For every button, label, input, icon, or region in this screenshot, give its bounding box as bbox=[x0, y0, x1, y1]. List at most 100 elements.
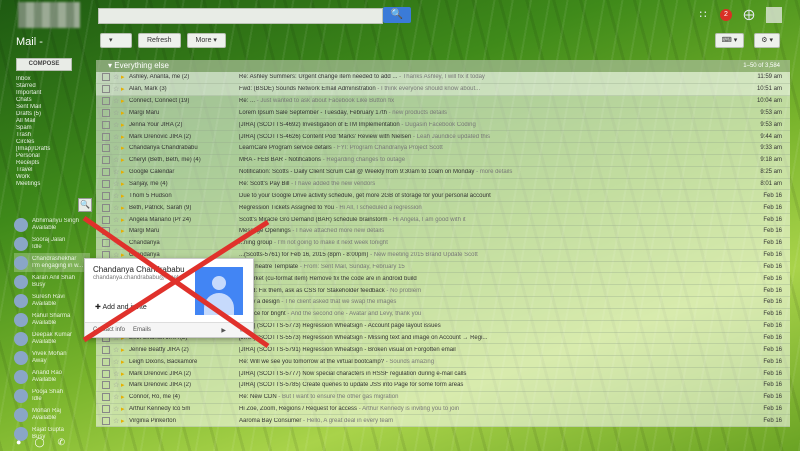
nav-item[interactable]: Inbox bbox=[16, 76, 86, 83]
email-row[interactable]: ☆ ▸ Margi Maru Lorem Ipsum Sale September -… bbox=[96, 108, 790, 120]
row-checkbox[interactable] bbox=[102, 227, 110, 236]
star-icon[interactable]: ☆ bbox=[113, 346, 121, 354]
nav-item[interactable]: Receipts bbox=[16, 160, 86, 167]
row-checkbox[interactable] bbox=[102, 132, 110, 141]
star-icon[interactable]: ☆ bbox=[113, 97, 121, 105]
compose-button[interactable]: COMPOSE bbox=[16, 58, 72, 71]
email-row[interactable]: ☆ ▸ Jenna Your JIRA (2) [JIRA] (SCOTTS-4692… bbox=[96, 119, 790, 132]
search-button[interactable]: 🔍 bbox=[383, 7, 411, 23]
star-icon[interactable]: ☆ bbox=[113, 133, 121, 141]
importance-marker-icon[interactable]: ▸ bbox=[121, 239, 129, 247]
star-icon[interactable]: ☆ bbox=[113, 393, 121, 401]
chat-contact[interactable]: Deepak Kumar Available bbox=[14, 329, 90, 348]
star-icon[interactable]: ☆ bbox=[113, 109, 121, 117]
email-row[interactable]: ☆ ▸ Alan, Mark (3) Fwd: (BSDE) Sounds Netwo… bbox=[96, 83, 790, 96]
email-row[interactable]: ☆ ▸ Chandanya ...ning group - I'm not going… bbox=[96, 238, 790, 250]
star-icon[interactable]: ☆ bbox=[113, 180, 121, 188]
row-checkbox[interactable] bbox=[102, 215, 110, 224]
nav-item[interactable]: Circles bbox=[16, 139, 86, 146]
select-all-checkbox[interactable]: ▾ bbox=[100, 33, 132, 48]
nav-item[interactable]: Starred bbox=[16, 83, 86, 90]
importance-marker-icon[interactable]: ▸ bbox=[121, 109, 129, 117]
nav-item[interactable]: Drafts (5) bbox=[16, 111, 86, 118]
chat-search-icon[interactable]: 🔍 bbox=[78, 198, 92, 212]
hangouts-icon[interactable]: ◯ bbox=[34, 437, 44, 448]
importance-marker-icon[interactable]: ▸ bbox=[121, 73, 129, 81]
account-avatar[interactable] bbox=[766, 7, 782, 23]
importance-marker-icon[interactable]: ▸ bbox=[121, 393, 129, 401]
email-row[interactable]: ☆ ▸ Angela Mariano (Pr 24) Scott's Miracle … bbox=[96, 214, 790, 226]
nav-item[interactable]: Personal bbox=[16, 153, 86, 160]
notifications-badge[interactable]: 2 bbox=[720, 9, 732, 21]
email-row[interactable]: ☆ ▸ Sanjay, me (4) Re: Scott's Pay Bill - I… bbox=[96, 179, 790, 191]
chat-contact[interactable]: Chandrashekhar I'm engaging in w... bbox=[14, 253, 90, 272]
chat-contact[interactable]: Rahul Sharma Available bbox=[14, 310, 90, 329]
phone-icon[interactable]: ✆ bbox=[58, 437, 66, 448]
more-button[interactable]: More ▾ bbox=[186, 33, 226, 48]
nav-item[interactable]: Chats bbox=[16, 97, 86, 104]
email-row[interactable]: ☆ ▸ Thom 5 Hudson Due to your Google Drive … bbox=[96, 190, 790, 203]
nav-item[interactable]: Trash bbox=[16, 132, 86, 139]
star-icon[interactable]: ☆ bbox=[113, 381, 121, 389]
email-row[interactable]: ☆ ▸ Leigh Dixons, Backamore Re: Will we see… bbox=[96, 356, 790, 369]
section-header[interactable]: ▾ Everything else 1–50 of 3,584 bbox=[96, 60, 790, 72]
google-logo[interactable] bbox=[18, 2, 80, 28]
input-tools-button[interactable]: ⌨ ▾ bbox=[714, 33, 745, 48]
email-row[interactable]: ☆ ▸ Google Calendar Notification: Scotts - … bbox=[96, 167, 790, 179]
importance-marker-icon[interactable]: ▸ bbox=[121, 405, 129, 413]
add-and-invite-button[interactable]: ✚ Add and invite bbox=[95, 303, 147, 311]
importance-marker-icon[interactable]: ▸ bbox=[121, 180, 129, 188]
nav-item[interactable]: Work bbox=[16, 174, 86, 181]
email-row[interactable]: ☆ ▸ Mark Drenovic JIRA (2) [JIRA] (SCOTTS-5… bbox=[96, 368, 790, 380]
star-icon[interactable]: ☆ bbox=[113, 216, 121, 224]
email-icon[interactable]: ✉ bbox=[240, 327, 245, 334]
tab-contact-info[interactable]: Contact info bbox=[93, 327, 125, 333]
star-icon[interactable]: ☆ bbox=[113, 370, 121, 378]
star-icon[interactable]: ☆ bbox=[113, 227, 121, 235]
importance-marker-icon[interactable]: ▸ bbox=[121, 381, 129, 389]
person-icon[interactable]: ● bbox=[16, 437, 21, 448]
email-row[interactable]: ☆ ▸ Beth, Patrick, Sarah (9) Regression Tic… bbox=[96, 202, 790, 215]
email-row[interactable]: ☆ ▸ Margi Maru Message Openings - I have at… bbox=[96, 226, 790, 238]
star-icon[interactable]: ☆ bbox=[113, 73, 121, 81]
row-checkbox[interactable] bbox=[102, 393, 110, 402]
row-checkbox[interactable] bbox=[102, 203, 110, 212]
star-icon[interactable]: ☆ bbox=[113, 417, 121, 425]
email-row[interactable]: ☆ ▸ Mark Drenovic JIRA (2) [JIRA] (SCOTTS-5… bbox=[96, 380, 790, 392]
refresh-button[interactable]: Refresh bbox=[138, 33, 181, 48]
row-checkbox[interactable] bbox=[102, 108, 110, 117]
email-row[interactable]: ☆ ▸ Connect, Connect (19) Re: ... - Just wa… bbox=[96, 96, 790, 108]
nav-item[interactable]: [Imap]/Drafts bbox=[16, 146, 86, 153]
row-checkbox[interactable] bbox=[102, 357, 110, 366]
importance-marker-icon[interactable]: ▸ bbox=[121, 144, 129, 152]
row-checkbox[interactable] bbox=[102, 85, 110, 94]
email-row[interactable]: ☆ ▸ Virginia Pinkerton Aaroma Bay Consumer … bbox=[96, 415, 790, 428]
search-input[interactable] bbox=[98, 8, 383, 24]
chat-contact[interactable]: Abhimanyu Singh Available bbox=[14, 215, 90, 234]
email-row[interactable]: ☆ ▸ Connor, Ro, me (4) Re: New CDN - But I … bbox=[96, 392, 790, 404]
star-icon[interactable]: ☆ bbox=[113, 144, 121, 152]
nav-item[interactable]: Meetings bbox=[16, 181, 86, 188]
email-row[interactable]: ☆ ▸ Mark Drenovic JIRA (2) [JIRA] (SCOTTS-4… bbox=[96, 131, 790, 144]
email-row[interactable]: ☆ ▸ Arthur Kennedy Ico 5m Hi Zoe, Zoom, Reg… bbox=[96, 404, 790, 416]
nav-item[interactable]: All Mail bbox=[16, 118, 86, 125]
email-row[interactable]: ☆ ▸ Chandanya Chandrababu LearnCare Program… bbox=[96, 143, 790, 155]
importance-marker-icon[interactable]: ▸ bbox=[121, 370, 129, 378]
chat-contact[interactable]: Sooraj Jalan Idle bbox=[14, 234, 90, 253]
importance-marker-icon[interactable]: ▸ bbox=[121, 192, 129, 200]
star-icon[interactable]: ☆ bbox=[113, 192, 121, 200]
tab-emails[interactable]: Emails bbox=[133, 327, 151, 333]
row-checkbox[interactable] bbox=[102, 73, 110, 82]
row-checkbox[interactable] bbox=[102, 180, 110, 189]
row-checkbox[interactable] bbox=[102, 191, 110, 200]
importance-marker-icon[interactable]: ▸ bbox=[121, 168, 129, 176]
chat-contact[interactable]: Mohan Raj Available bbox=[14, 405, 90, 424]
row-checkbox[interactable] bbox=[102, 381, 110, 390]
star-icon[interactable]: ☆ bbox=[113, 85, 121, 93]
email-row[interactable]: ☆ ▸ Cheryl (Beth, Beth, me) (4) MRA - FEB B… bbox=[96, 155, 790, 167]
importance-marker-icon[interactable]: ▸ bbox=[121, 204, 129, 212]
importance-marker-icon[interactable]: ▸ bbox=[121, 417, 129, 425]
importance-marker-icon[interactable]: ▸ bbox=[121, 156, 129, 164]
mail-menu-label[interactable]: Mail - bbox=[16, 36, 43, 48]
nav-item[interactable]: Important bbox=[16, 90, 86, 97]
